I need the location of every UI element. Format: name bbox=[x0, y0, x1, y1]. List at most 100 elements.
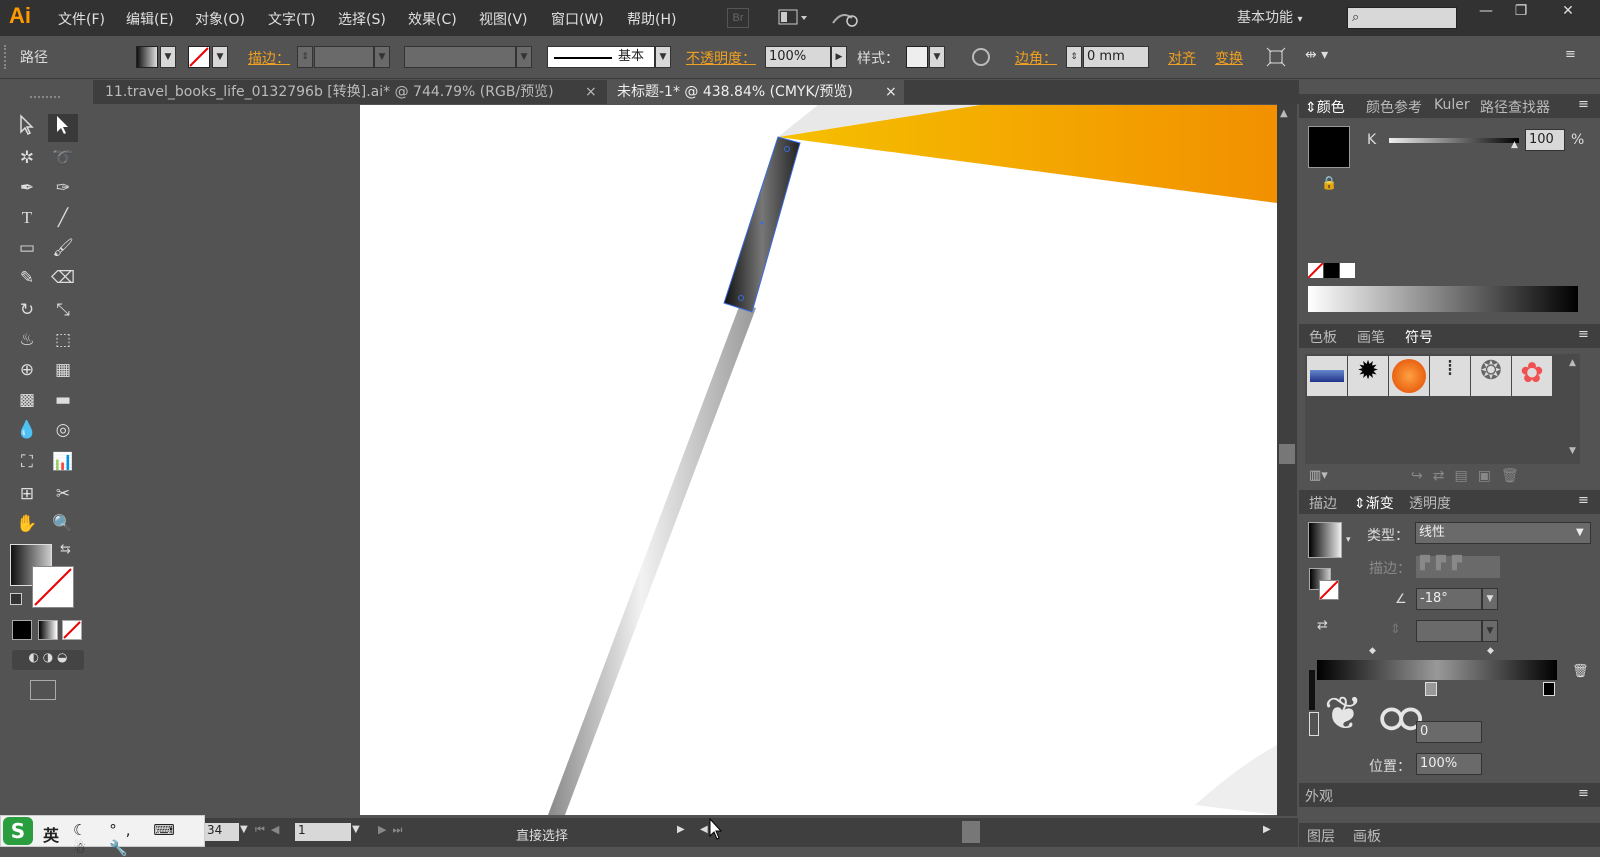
panel-menu-icon[interactable]: ≡ bbox=[1578, 97, 1589, 112]
location-field[interactable]: 100% bbox=[1416, 753, 1482, 775]
swap-colors-icon[interactable]: ⇆ bbox=[60, 542, 71, 557]
opacity-arrow-icon[interactable]: ▶ bbox=[831, 46, 847, 68]
k-slider-thumb[interactable]: ▲ bbox=[1511, 140, 1518, 150]
gradient-preview-swatch[interactable] bbox=[1308, 522, 1342, 558]
horizontal-scroll-thumb[interactable] bbox=[962, 821, 980, 843]
recolor-artwork-icon[interactable] bbox=[972, 48, 990, 66]
opacity-field[interactable]: 0 bbox=[1416, 721, 1482, 743]
bridge-button[interactable]: Br bbox=[727, 8, 749, 28]
close-icon[interactable]: ✕ bbox=[1553, 3, 1583, 25]
tab-transparency[interactable]: 透明度 bbox=[1409, 493, 1451, 513]
angle-dropdown[interactable]: ▼ bbox=[1482, 588, 1498, 610]
flag-pole-shape[interactable] bbox=[548, 304, 756, 815]
arrange-documents-icon[interactable] bbox=[777, 8, 811, 28]
k-slider[interactable] bbox=[1389, 138, 1519, 143]
tab-artboards[interactable]: 画板 bbox=[1353, 826, 1381, 846]
eyedropper-tool-icon[interactable]: 💧 bbox=[12, 416, 42, 444]
menu-window[interactable]: 窗口(W) bbox=[551, 9, 604, 29]
minimize-icon[interactable]: — bbox=[1471, 3, 1501, 25]
gradient-type-select[interactable]: 线性 ▼ bbox=[1415, 522, 1591, 544]
menu-select[interactable]: 选择(S) bbox=[338, 9, 386, 29]
direct-selection-tool-icon[interactable] bbox=[48, 114, 78, 142]
close-icon[interactable]: × bbox=[885, 80, 897, 104]
k-value-field[interactable]: 100 bbox=[1525, 129, 1565, 151]
default-colors-icon[interactable] bbox=[10, 593, 22, 605]
brush-dropdown[interactable]: ▼ bbox=[655, 46, 671, 68]
corner-field[interactable]: 0 mm bbox=[1083, 46, 1149, 68]
draw-modes-icon[interactable]: ◐ ◑ ◒ bbox=[12, 650, 84, 670]
hand-tool-icon[interactable]: ✋ bbox=[12, 510, 42, 538]
gpu-performance-icon[interactable] bbox=[830, 8, 860, 28]
zoom-field[interactable]: 34 bbox=[205, 823, 239, 841]
tab-travel-books[interactable]: 11.travel_books_life_0132796b [转换].ai* @… bbox=[95, 80, 607, 104]
tab-color-guide[interactable]: 颜色参考 bbox=[1366, 97, 1422, 117]
warp-tool-icon[interactable]: ♨ bbox=[12, 326, 42, 354]
scroll-up-icon[interactable]: ▲ bbox=[1569, 358, 1576, 368]
stroke-weight-dropdown[interactable]: ▼ bbox=[374, 46, 390, 68]
opacity-label[interactable]: 不透明度： bbox=[686, 48, 756, 68]
artboard[interactable] bbox=[360, 105, 1277, 815]
scroll-left-icon[interactable]: ◀ bbox=[700, 824, 708, 835]
daisy-symbol[interactable]: ✿ bbox=[1512, 356, 1552, 396]
tab-kuler[interactable]: Kuler bbox=[1434, 97, 1470, 113]
tab-layers[interactable]: 图层 bbox=[1307, 826, 1335, 846]
restore-icon[interactable]: ❐ bbox=[1506, 3, 1536, 25]
brush-definition-field[interactable]: 基本 bbox=[547, 46, 655, 68]
menu-effect[interactable]: 效果(C) bbox=[408, 9, 457, 29]
screen-mode-icon[interactable] bbox=[30, 680, 56, 700]
angle-field[interactable]: -18° bbox=[1416, 588, 1482, 610]
transform-link[interactable]: 变换 bbox=[1215, 48, 1243, 68]
variable-width-dropdown[interactable]: ▼ bbox=[516, 46, 532, 68]
workspace-switcher[interactable]: 基本功能 ▾ bbox=[1237, 7, 1302, 27]
stroke-dropdown[interactable]: ▼ bbox=[212, 46, 228, 68]
slice-tool-icon[interactable]: ✂ bbox=[48, 480, 78, 508]
reverse-gradient-icon[interactable]: ⇄ bbox=[1317, 618, 1328, 633]
black-swatch[interactable] bbox=[1324, 263, 1339, 278]
scroll-thumb[interactable] bbox=[1279, 444, 1295, 464]
fill-swatch[interactable] bbox=[136, 46, 158, 68]
scroll-down-icon[interactable]: ▼ bbox=[1569, 446, 1576, 456]
pencil-tool-icon[interactable]: ✎ bbox=[12, 264, 42, 292]
color-fill-swatch[interactable] bbox=[1308, 126, 1350, 168]
graph-tool-icon[interactable]: 📊 bbox=[48, 448, 78, 476]
ime-tool-icons[interactable]: ☾ °, ⌨ ☃ 🔧 bbox=[73, 821, 204, 857]
artboard-nav-prev-icons[interactable]: ⏮◀ bbox=[255, 823, 285, 837]
perspective-grid-tool-icon[interactable]: ▦ bbox=[48, 356, 78, 384]
tab-gradient[interactable]: ⇕渐变 bbox=[1354, 493, 1394, 513]
rectangle-tool-icon[interactable]: ▭ bbox=[12, 234, 42, 262]
none-mode-icon[interactable] bbox=[62, 620, 82, 640]
rotate-tool-icon[interactable]: ↻ bbox=[12, 296, 42, 324]
symbol-libraries-icon[interactable]: ▥▾ bbox=[1309, 468, 1328, 483]
dotted-frame-symbol[interactable]: ⁞ bbox=[1430, 356, 1470, 396]
menu-help[interactable]: 帮助(H) bbox=[627, 9, 676, 29]
isolate-group-icon[interactable] bbox=[1266, 47, 1286, 67]
style-swatch[interactable] bbox=[906, 46, 928, 68]
panel-menu-icon[interactable]: ≡ bbox=[1578, 493, 1589, 508]
menu-file[interactable]: 文件(F) bbox=[58, 9, 105, 29]
variable-width-field[interactable] bbox=[404, 46, 516, 68]
stroke-weight-stepper[interactable]: ⇕ bbox=[297, 46, 313, 68]
ime-language-label[interactable]: 英 bbox=[43, 822, 59, 846]
panel-menu-icon[interactable]: ≡ bbox=[1578, 786, 1589, 801]
artboard-tool-icon[interactable]: ⊞ bbox=[12, 480, 42, 508]
curvature-tool-icon[interactable]: ✑ bbox=[48, 174, 78, 202]
symbol-sprayer-tool-icon[interactable]: ⛶ bbox=[12, 448, 42, 476]
menu-object[interactable]: 对象(O) bbox=[195, 9, 245, 29]
blue-banner-symbol[interactable] bbox=[1307, 356, 1347, 396]
stroke-gradient-buttons[interactable]: ▛▛▛ bbox=[1416, 556, 1500, 578]
aspect-ratio-field[interactable] bbox=[1416, 620, 1482, 642]
magic-wand-tool-icon[interactable]: ✲ bbox=[12, 144, 42, 172]
menu-edit[interactable]: 编辑(E) bbox=[126, 9, 174, 29]
stroke-color-swatch[interactable] bbox=[32, 566, 74, 608]
anchor-point[interactable] bbox=[760, 221, 764, 225]
tab-appearance[interactable]: 外观 bbox=[1305, 786, 1333, 806]
gradient-stop-end[interactable] bbox=[1543, 682, 1555, 696]
menu-type[interactable]: 文字(T) bbox=[268, 9, 315, 29]
free-transform-tool-icon[interactable]: ⬚ bbox=[48, 326, 78, 354]
transform-options-icon[interactable]: ⇹ ▾ bbox=[1305, 47, 1341, 67]
stroke-none-icon[interactable] bbox=[1319, 580, 1339, 600]
color-spectrum[interactable] bbox=[1308, 286, 1578, 312]
status-menu-arrow-icon[interactable]: ▶ bbox=[677, 824, 685, 835]
tab-pathfinder[interactable]: 路径查找器 bbox=[1480, 97, 1550, 117]
chevron-down-icon[interactable]: ▾ bbox=[1346, 535, 1351, 545]
